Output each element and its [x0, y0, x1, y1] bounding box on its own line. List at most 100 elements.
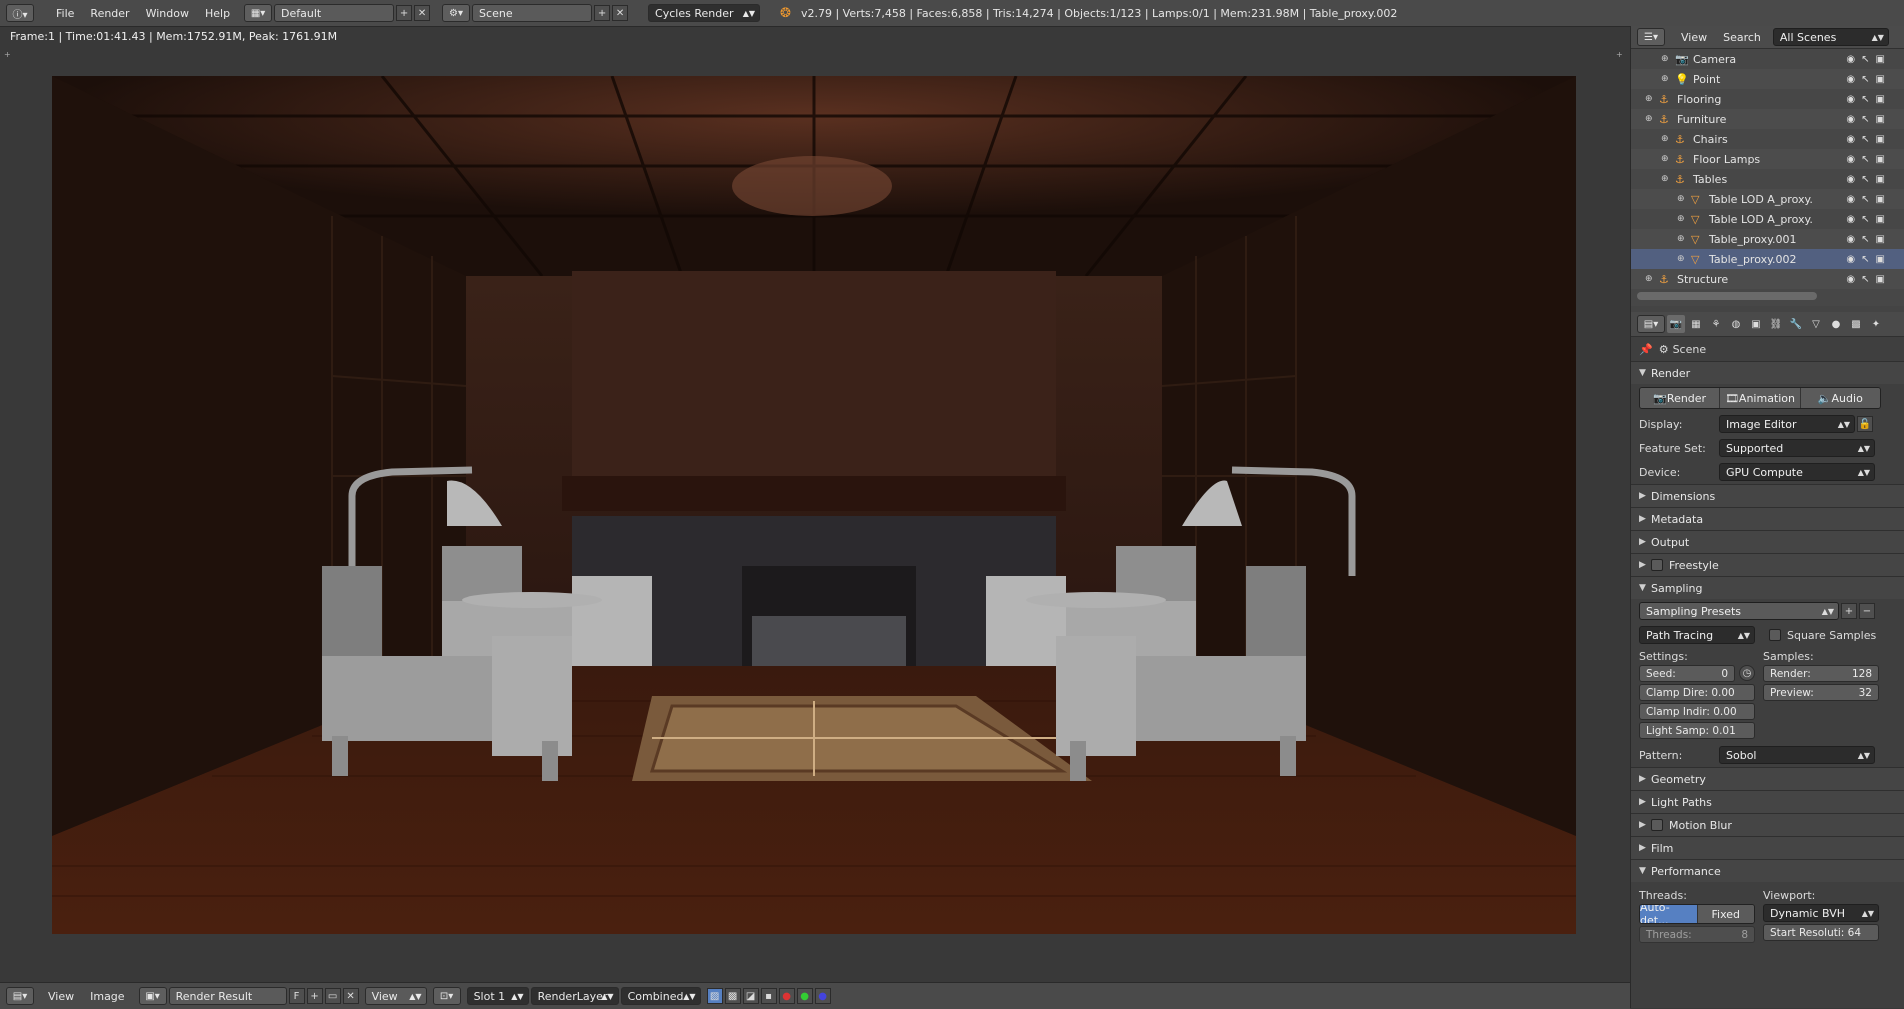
fake-user-button[interactable]: F [288, 988, 305, 1004]
expand-toggle-icon[interactable]: ⊕ [1645, 114, 1653, 124]
tab-scene-icon[interactable]: ⚘ [1707, 315, 1725, 333]
eye-icon[interactable]: ◉ [1846, 234, 1855, 245]
outliner-item-label[interactable]: Table LOD A_proxy. [1709, 193, 1813, 206]
eye-icon[interactable]: ◉ [1846, 114, 1855, 125]
display-zdepth-icon[interactable]: ◪ [742, 988, 759, 1004]
render-engine-dropdown[interactable]: Cycles Render ▲▼ [648, 4, 761, 22]
menu-render[interactable]: Render [82, 7, 137, 20]
tab-physics-icon[interactable]: ✦ [1867, 315, 1885, 333]
cursor-select-icon[interactable]: ↖ [1861, 174, 1869, 185]
outliner-row[interactable]: ⊕ ⚓ Tables ◉ ↖ ▣ [1631, 169, 1904, 189]
outliner-editor-type-icon[interactable]: ☰▾ [1637, 28, 1665, 46]
eye-icon[interactable]: ◉ [1846, 174, 1855, 185]
tab-data-icon[interactable]: ▽ [1807, 315, 1825, 333]
panel-film-header[interactable]: ▶ Film [1631, 836, 1904, 859]
expand-toggle-icon[interactable]: ⊕ [1677, 254, 1685, 264]
render-result-image[interactable] [52, 76, 1576, 934]
outliner-row[interactable]: ⊕ ▽ Table LOD A_proxy. ◉ ↖ ▣ [1631, 209, 1904, 229]
properties-editor-type-icon[interactable]: ▤▾ [1637, 315, 1665, 333]
integrator-dropdown[interactable]: Path Tracing ▲▼ [1639, 626, 1755, 644]
camera-render-icon[interactable]: ▣ [1876, 74, 1885, 85]
light-sampling-field[interactable]: Light Samp: 0.01 [1639, 722, 1755, 739]
editor-type-image-icon[interactable]: ▤▾ [6, 987, 34, 1005]
outliner-filter-dropdown[interactable]: All Scenes ▲▼ [1772, 28, 1889, 46]
layout-name-field[interactable]: Default [274, 4, 395, 22]
pass-dropdown[interactable]: Combined ▲▼ [620, 987, 701, 1005]
cursor-select-icon[interactable]: ↖ [1861, 274, 1869, 285]
cursor-select-icon[interactable]: ↖ [1861, 154, 1869, 165]
seed-field[interactable]: Seed: 0 [1639, 665, 1735, 682]
feature-set-dropdown[interactable]: Supported ▲▼ [1719, 439, 1875, 457]
render-samples-field[interactable]: Render: 128 [1763, 665, 1879, 682]
camera-render-icon[interactable]: ▣ [1876, 54, 1885, 65]
pivot-icon[interactable]: ⊡▾ [432, 987, 461, 1005]
eye-icon[interactable]: ◉ [1846, 154, 1855, 165]
menu-help[interactable]: Help [197, 7, 238, 20]
channel-green-icon[interactable]: ● [796, 988, 813, 1004]
expand-toggle-icon[interactable]: ⊕ [1645, 274, 1653, 284]
display-color-alpha-icon[interactable]: ▨ [706, 988, 723, 1004]
outliner-item-label[interactable]: Floor Lamps [1693, 153, 1760, 166]
outliner-row[interactable]: ⊕ 💡 Point ◉ ↖ ▣ [1631, 69, 1904, 89]
viewport-bvh-dropdown[interactable]: Dynamic BVH ▲▼ [1763, 904, 1879, 922]
panel-freestyle-header[interactable]: ▶ Freestyle [1631, 553, 1904, 576]
slot-dropdown[interactable]: Slot 1 ▲▼ [466, 987, 529, 1005]
cursor-select-icon[interactable]: ↖ [1861, 214, 1869, 225]
panel-motion-blur-header[interactable]: ▶ Motion Blur [1631, 813, 1904, 836]
outliner-item-label[interactable]: Structure [1677, 273, 1728, 286]
pin-icon[interactable]: 📌 [1639, 343, 1653, 356]
freestyle-checkbox[interactable] [1651, 559, 1663, 571]
cursor-select-icon[interactable]: ↖ [1861, 134, 1869, 145]
expand-toggle-icon[interactable]: ⊕ [1677, 214, 1685, 224]
tab-object-icon[interactable]: ▣ [1747, 315, 1765, 333]
add-layout-icon[interactable]: + [396, 5, 413, 21]
channel-red-icon[interactable]: ● [778, 988, 795, 1004]
expand-toggle-icon[interactable]: ⊕ [1677, 234, 1685, 244]
region-expand-left-icon[interactable]: + [4, 50, 11, 59]
tab-modifiers-icon[interactable]: 🔧 [1787, 315, 1805, 333]
camera-render-icon[interactable]: ▣ [1876, 194, 1885, 205]
outliner-item-label[interactable]: Flooring [1677, 93, 1721, 106]
outliner-item-label[interactable]: Furniture [1677, 113, 1726, 126]
cursor-select-icon[interactable]: ↖ [1861, 54, 1869, 65]
outliner-menu-view[interactable]: View [1673, 31, 1715, 44]
cursor-select-icon[interactable]: ↖ [1861, 194, 1869, 205]
animated-seed-clock-icon[interactable]: ◷ [1739, 665, 1755, 681]
outliner-row[interactable]: ⊕ ⚓ Flooring ◉ ↖ ▣ [1631, 89, 1904, 109]
outliner-menu-search[interactable]: Search [1715, 31, 1769, 44]
outliner-item-label[interactable]: Camera [1693, 53, 1736, 66]
cursor-select-icon[interactable]: ↖ [1861, 94, 1869, 105]
outliner-item-label[interactable]: Point [1693, 73, 1720, 86]
view-dropdown[interactable]: View ▲▼ [364, 987, 427, 1005]
tab-material-icon[interactable]: ● [1827, 315, 1845, 333]
add-preset-icon[interactable]: + [1841, 603, 1857, 619]
outliner-row[interactable]: ⊕ ⚓ Furniture ◉ ↖ ▣ [1631, 109, 1904, 129]
open-image-icon[interactable]: ▭ [324, 988, 341, 1004]
display-dropdown[interactable]: Image Editor ▲▼ [1719, 415, 1855, 433]
cursor-select-icon[interactable]: ↖ [1861, 234, 1869, 245]
eye-icon[interactable]: ◉ [1846, 194, 1855, 205]
region-expand-right-icon[interactable]: + [1616, 50, 1623, 59]
expand-toggle-icon[interactable]: ⊕ [1661, 174, 1669, 184]
pattern-dropdown[interactable]: Sobol ▲▼ [1719, 746, 1875, 764]
panel-geometry-header[interactable]: ▶ Geometry [1631, 767, 1904, 790]
outliner-scrollbar[interactable] [1637, 292, 1817, 300]
cursor-select-icon[interactable]: ↖ [1861, 74, 1869, 85]
outliner-row[interactable]: ⊕ ▽ Table LOD A_proxy. ◉ ↖ ▣ [1631, 189, 1904, 209]
expand-toggle-icon[interactable]: ⊕ [1661, 54, 1669, 64]
expand-toggle-icon[interactable]: ⊕ [1677, 194, 1685, 204]
camera-render-icon[interactable]: ▣ [1876, 234, 1885, 245]
eye-icon[interactable]: ◉ [1846, 54, 1855, 65]
preview-samples-field[interactable]: Preview: 32 [1763, 684, 1879, 701]
eye-icon[interactable]: ◉ [1846, 254, 1855, 265]
tab-render-icon[interactable]: 📷 [1667, 315, 1685, 333]
expand-toggle-icon[interactable]: ⊕ [1645, 94, 1653, 104]
menu-window[interactable]: Window [138, 7, 197, 20]
outliner-row[interactable]: ⊕ ⚓ Floor Lamps ◉ ↖ ▣ [1631, 149, 1904, 169]
eye-icon[interactable]: ◉ [1846, 74, 1855, 85]
device-dropdown[interactable]: GPU Compute ▲▼ [1719, 463, 1875, 481]
camera-render-icon[interactable]: ▣ [1876, 174, 1885, 185]
expand-toggle-icon[interactable]: ⊕ [1661, 74, 1669, 84]
camera-render-icon[interactable]: ▣ [1876, 134, 1885, 145]
panel-output-header[interactable]: ▶ Output [1631, 530, 1904, 553]
